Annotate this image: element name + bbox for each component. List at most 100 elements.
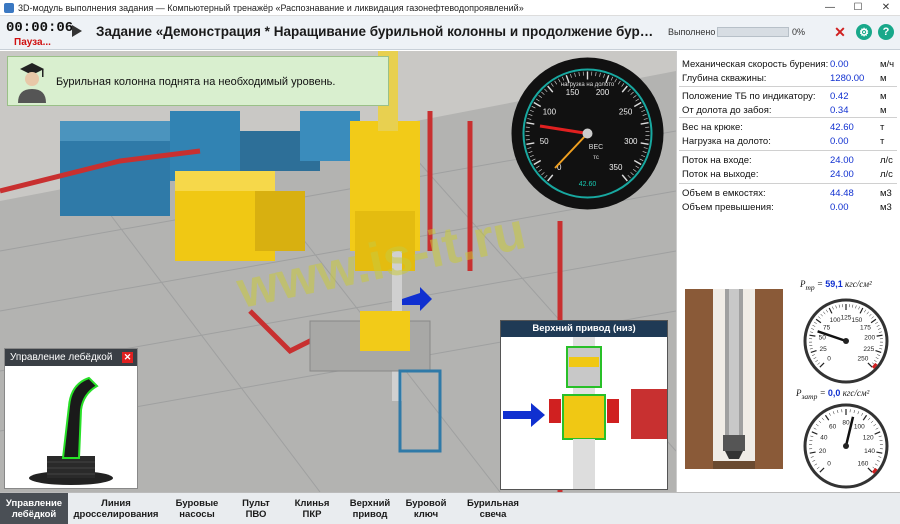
param-row: Нагрузка на долото: 0.00 т: [682, 136, 896, 150]
gauge-tick-label: 200: [596, 88, 610, 97]
tubing-pressure-label: Pтр = 59,1 кгс/см²: [800, 279, 872, 292]
manometer-tick-label: 75: [823, 324, 831, 331]
param-label: От долота до забоя:: [682, 105, 772, 116]
gauge-title: нагрузка на долото: [561, 82, 615, 88]
param-label: Глубина скважины:: [682, 73, 767, 84]
manometer-tick-label: 60: [829, 424, 837, 431]
manometer-tick-label: 125: [841, 315, 852, 322]
param-row: Объем превышения: 0.00 м3: [682, 202, 896, 216]
manometer-tick-label: 150: [851, 317, 862, 324]
param-row: Глубина скважины: 1280.00 м: [682, 73, 896, 87]
param-row: Поток на входе: 24.00 л/с: [682, 155, 896, 169]
manometer-tick-label: 0: [827, 355, 831, 362]
param-label: Нагрузка на долото:: [682, 136, 771, 147]
gauge-tick-label: 350: [609, 163, 623, 172]
param-unit: м/ч: [880, 59, 895, 70]
play-button[interactable]: [72, 25, 82, 37]
param-unit: л/с: [880, 169, 893, 180]
winch-panel-close-button[interactable]: ✕: [122, 352, 133, 363]
tab-7[interactable]: Буровой ключ: [398, 493, 454, 524]
param-row: Поток на выходе: 24.00 л/с: [682, 169, 896, 183]
manometer-tick-label: 250: [858, 355, 869, 362]
maximize-button[interactable]: ☐: [844, 0, 872, 16]
tab-3[interactable]: Буровые насосы: [164, 493, 230, 524]
manometer-tick-label: 120: [863, 434, 874, 441]
settings-icon[interactable]: ⚙: [856, 24, 872, 40]
param-label: Поток на входе:: [682, 155, 752, 166]
param-unit: т: [880, 136, 885, 147]
param-unit: м3: [880, 188, 892, 199]
manometer-tick-label: 100: [854, 424, 865, 431]
param-row: Вес на крюке: 42.60 т: [682, 122, 896, 136]
gauge-tick-label: 250: [619, 108, 633, 117]
top-drive-panel-title: Верхний привод (низ): [501, 321, 667, 337]
param-value: 0.00: [830, 202, 849, 213]
manometer-tick-label: 50: [819, 335, 827, 342]
annulus-pressure-gauge: 020 4060 80 100 120 140 160: [803, 403, 889, 489]
tab-4[interactable]: Пульт ПВО: [230, 493, 282, 524]
param-unit: м: [880, 105, 887, 116]
gauge-readout: 42.60: [579, 181, 597, 188]
winch-panel-title: Управление лебёдкой: [10, 352, 113, 363]
top-drive-schematic: [503, 337, 667, 489]
top-drive-view-panel: Верхний привод (низ): [500, 320, 668, 490]
weight-indicator-gauge: 050100150 200250300350 нагрузка на долото…: [511, 57, 664, 210]
instruction-message: Бурильная колонна поднята на необходимый…: [7, 56, 389, 106]
param-separator: [679, 183, 897, 184]
param-unit: м: [880, 73, 887, 84]
tab-5[interactable]: Клинья ПКР: [282, 493, 342, 524]
close-task-icon[interactable]: ✕: [832, 24, 848, 40]
manometer-tick-label: 160: [858, 460, 869, 467]
manometer-tick-label: 0: [827, 460, 831, 467]
param-unit: м3: [880, 202, 892, 213]
winch-joystick[interactable]: [5, 366, 137, 488]
manometer-tick-label: 20: [819, 448, 827, 455]
instructor-avatar-icon: [18, 63, 46, 103]
param-value: 24.00: [830, 169, 854, 180]
elapsed-timer: 00:00:06: [6, 20, 74, 36]
param-label: Вес на крюке:: [682, 122, 743, 133]
manometer-tick-label: 80: [842, 420, 850, 427]
param-value: 44.48: [830, 188, 854, 199]
manometer-tick-label: 175: [860, 324, 871, 331]
app-icon: [4, 2, 14, 13]
param-label: Механическая скорость бурения:: [682, 59, 829, 70]
window-close-button[interactable]: ✕: [872, 0, 900, 16]
param-value: 0.42: [830, 91, 849, 102]
param-value: 42.60: [830, 122, 854, 133]
control-tabs: Управление лебёдкой Линия дросселирования…: [0, 492, 900, 524]
winch-control-panel: Управление лебёдкой ✕: [4, 348, 138, 489]
minimize-button[interactable]: —: [816, 0, 844, 16]
manometer-tick-label: 25: [820, 346, 828, 353]
tab-1[interactable]: Управление лебёдкой: [0, 493, 68, 524]
param-row: Объем в емкостях: 44.48 м3: [682, 188, 896, 202]
message-text: Бурильная колонна поднята на необходимый…: [56, 76, 336, 88]
winch-panel-header: Управление лебёдкой ✕: [5, 349, 137, 366]
gauge-tick-label: 300: [624, 137, 638, 146]
tubing-pressure-gauge: 0 25 50 75100 125 150175 200 225 250: [803, 298, 889, 384]
tab-8[interactable]: Бурильная свеча: [454, 493, 532, 524]
param-label: Объем в емкостях:: [682, 188, 766, 199]
tab-2[interactable]: Линия дросселирования: [68, 493, 164, 524]
task-progress-bar: [717, 27, 789, 37]
param-value: 24.00: [830, 155, 854, 166]
param-label: Объем превышения:: [682, 202, 774, 213]
manometer-tick-label: 100: [830, 317, 841, 324]
tab-6[interactable]: Верхний привод: [342, 493, 398, 524]
param-row: Механическая скорость бурения: 0.00 м/ч: [682, 59, 896, 73]
param-label: Положение ТБ по индикатору:: [682, 91, 816, 102]
help-icon[interactable]: ?: [878, 24, 894, 40]
param-separator: [679, 150, 897, 151]
param-value: 0.00: [830, 59, 849, 70]
gauge-tick-label: 150: [566, 88, 580, 97]
gauge-units: тс: [593, 155, 599, 161]
manometer-tick-label: 40: [820, 434, 828, 441]
param-value: 0.34: [830, 105, 849, 116]
direction-arrow-icon: [503, 403, 545, 427]
gauge-label: ВЕС: [589, 144, 603, 151]
param-row: От долота до забоя: 0.34 м: [682, 105, 896, 119]
task-header: 00:00:06 Пауза... Задание «Демонстрация …: [0, 16, 900, 50]
gauge-tick-label: 50: [540, 137, 549, 146]
app-window: 3D-модуль выполнения задания — Компьютер…: [0, 0, 900, 524]
manometer-tick-label: 225: [863, 346, 874, 353]
